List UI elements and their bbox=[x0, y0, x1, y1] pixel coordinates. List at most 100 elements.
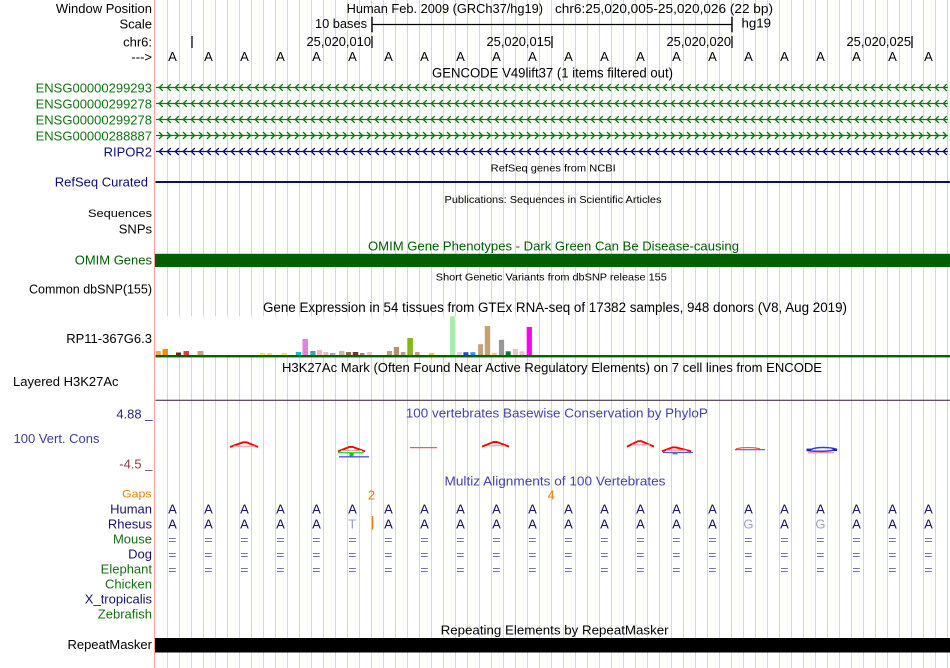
svg-text:A: A bbox=[564, 49, 573, 64]
svg-text:A: A bbox=[564, 516, 573, 531]
svg-text:Rhesus: Rhesus bbox=[108, 516, 153, 531]
svg-text:ENSG00000299278: ENSG00000299278 bbox=[36, 113, 152, 128]
svg-text:OMIM Genes: OMIM Genes bbox=[75, 253, 153, 268]
svg-text:25,020,010: 25,020,010 bbox=[307, 34, 372, 49]
svg-text:Gaps: Gaps bbox=[122, 488, 152, 500]
svg-text:Elephant: Elephant bbox=[101, 561, 153, 576]
svg-text:H3K27Ac Mark (Often Found Near: H3K27Ac Mark (Often Found Near Active Re… bbox=[282, 360, 822, 375]
svg-text:A: A bbox=[636, 516, 645, 531]
svg-text:G: G bbox=[743, 516, 753, 531]
svg-text:A: A bbox=[312, 501, 321, 516]
svg-text:A: A bbox=[636, 49, 645, 64]
svg-text:A: A bbox=[420, 49, 429, 64]
svg-text:RefSeq genes from NCBI: RefSeq genes from NCBI bbox=[491, 163, 616, 175]
svg-text:A: A bbox=[528, 516, 537, 531]
svg-text:25,020,025: 25,020,025 bbox=[847, 34, 912, 49]
svg-text:A: A bbox=[816, 501, 825, 516]
svg-text:A: A bbox=[888, 49, 897, 64]
svg-text:A: A bbox=[492, 501, 501, 516]
svg-text:A: A bbox=[708, 49, 717, 64]
svg-text:A: A bbox=[888, 501, 897, 516]
svg-text:A: A bbox=[168, 516, 177, 531]
svg-text:GENCODE V49lift37 (1 items fil: GENCODE V49lift37 (1 items filtered out) bbox=[432, 65, 673, 80]
svg-text:Human Feb. 2009 (GRCh37/hg19): Human Feb. 2009 (GRCh37/hg19) bbox=[347, 1, 543, 16]
svg-text:ENSG00000288887: ENSG00000288887 bbox=[36, 129, 152, 144]
svg-text:A: A bbox=[204, 501, 213, 516]
svg-text:chr6:: chr6: bbox=[123, 35, 152, 50]
svg-text:Layered H3K27Ac: Layered H3K27Ac bbox=[13, 374, 119, 389]
svg-text:A: A bbox=[816, 49, 825, 64]
svg-text:Zebrafish: Zebrafish bbox=[98, 606, 152, 621]
svg-text:4: 4 bbox=[548, 487, 555, 502]
svg-text:A: A bbox=[672, 501, 681, 516]
svg-text:Dog: Dog bbox=[128, 546, 152, 561]
svg-text:Publications: Sequences in Sci: Publications: Sequences in Scientific Ar… bbox=[445, 194, 662, 206]
svg-text:A: A bbox=[852, 516, 861, 531]
svg-text:A: A bbox=[204, 516, 213, 531]
svg-text:A: A bbox=[456, 501, 465, 516]
svg-text:G: G bbox=[815, 516, 825, 531]
svg-text:A: A bbox=[492, 516, 501, 531]
svg-text:RP11-367G6.3: RP11-367G6.3 bbox=[66, 331, 152, 346]
svg-text:A: A bbox=[852, 501, 861, 516]
svg-text:ENSG00000299293: ENSG00000299293 bbox=[36, 81, 152, 96]
svg-text:A: A bbox=[780, 501, 789, 516]
svg-text:100 Vert. Cons: 100 Vert. Cons bbox=[14, 431, 100, 446]
svg-text:10 bases: 10 bases bbox=[315, 16, 367, 31]
svg-text:A: A bbox=[888, 516, 897, 531]
svg-text:A: A bbox=[312, 516, 321, 531]
svg-text:100 vertebrates Basewise Conse: 100 vertebrates Basewise Conservation by… bbox=[406, 406, 708, 421]
svg-text:4.88 _: 4.88 _ bbox=[116, 406, 153, 421]
svg-text:RIPOR2: RIPOR2 bbox=[104, 145, 152, 160]
svg-text:Short Genetic Variants from db: Short Genetic Variants from dbSNP releas… bbox=[436, 271, 667, 283]
svg-text:A: A bbox=[240, 516, 249, 531]
svg-text:A: A bbox=[420, 516, 429, 531]
svg-text:A: A bbox=[240, 501, 249, 516]
svg-text:A: A bbox=[348, 49, 357, 64]
svg-text:A: A bbox=[708, 516, 717, 531]
svg-text:Gene Expression in 54 tissues: Gene Expression in 54 tissues from GTEx … bbox=[263, 300, 847, 315]
svg-text:A: A bbox=[564, 501, 573, 516]
svg-text:RefSeq Curated: RefSeq Curated bbox=[55, 175, 148, 190]
svg-text:Chicken: Chicken bbox=[105, 576, 152, 591]
svg-text:Human: Human bbox=[110, 501, 152, 516]
svg-text:A: A bbox=[456, 49, 465, 64]
svg-text:A: A bbox=[780, 49, 789, 64]
svg-text:A: A bbox=[348, 501, 357, 516]
svg-text:A: A bbox=[672, 49, 681, 64]
svg-text:A: A bbox=[528, 49, 537, 64]
svg-text:Scale: Scale bbox=[119, 17, 152, 32]
svg-text:X_tropicalis: X_tropicalis bbox=[85, 591, 153, 606]
svg-text:--->: ---> bbox=[131, 50, 152, 65]
svg-text:2: 2 bbox=[368, 487, 375, 502]
svg-text:A: A bbox=[600, 49, 609, 64]
svg-text:chr6:25,020,005-25,020,026 (22: chr6:25,020,005-25,020,026 (22 bp) bbox=[555, 1, 773, 16]
svg-text:A: A bbox=[780, 516, 789, 531]
svg-text:A: A bbox=[600, 516, 609, 531]
svg-text:Sequences: Sequences bbox=[88, 208, 153, 220]
svg-text:A: A bbox=[204, 49, 213, 64]
svg-text:A: A bbox=[384, 516, 393, 531]
svg-text:A: A bbox=[924, 501, 933, 516]
svg-text:SNPs: SNPs bbox=[119, 221, 153, 236]
svg-text:Mouse: Mouse bbox=[113, 531, 152, 546]
svg-text:Window Position: Window Position bbox=[56, 1, 152, 16]
svg-text:A: A bbox=[924, 49, 933, 64]
svg-text:A: A bbox=[852, 49, 861, 64]
svg-text:A: A bbox=[708, 501, 717, 516]
svg-text:A: A bbox=[672, 516, 681, 531]
svg-text:Multiz Alignments of 100 Verte: Multiz Alignments of 100 Vertebrates bbox=[445, 474, 667, 489]
svg-text:RepeatMasker: RepeatMasker bbox=[67, 637, 152, 652]
svg-text:A: A bbox=[240, 49, 249, 64]
svg-text:25,020,015: 25,020,015 bbox=[487, 34, 552, 49]
svg-text:25,020,020: 25,020,020 bbox=[667, 34, 732, 49]
svg-text:A: A bbox=[636, 501, 645, 516]
svg-text:A: A bbox=[276, 501, 285, 516]
svg-text:A: A bbox=[276, 49, 285, 64]
svg-text:A: A bbox=[924, 516, 933, 531]
svg-text:A: A bbox=[384, 49, 393, 64]
svg-text:A: A bbox=[600, 501, 609, 516]
svg-text:A: A bbox=[744, 49, 753, 64]
svg-text:A: A bbox=[168, 501, 177, 516]
svg-text:A: A bbox=[168, 49, 177, 64]
